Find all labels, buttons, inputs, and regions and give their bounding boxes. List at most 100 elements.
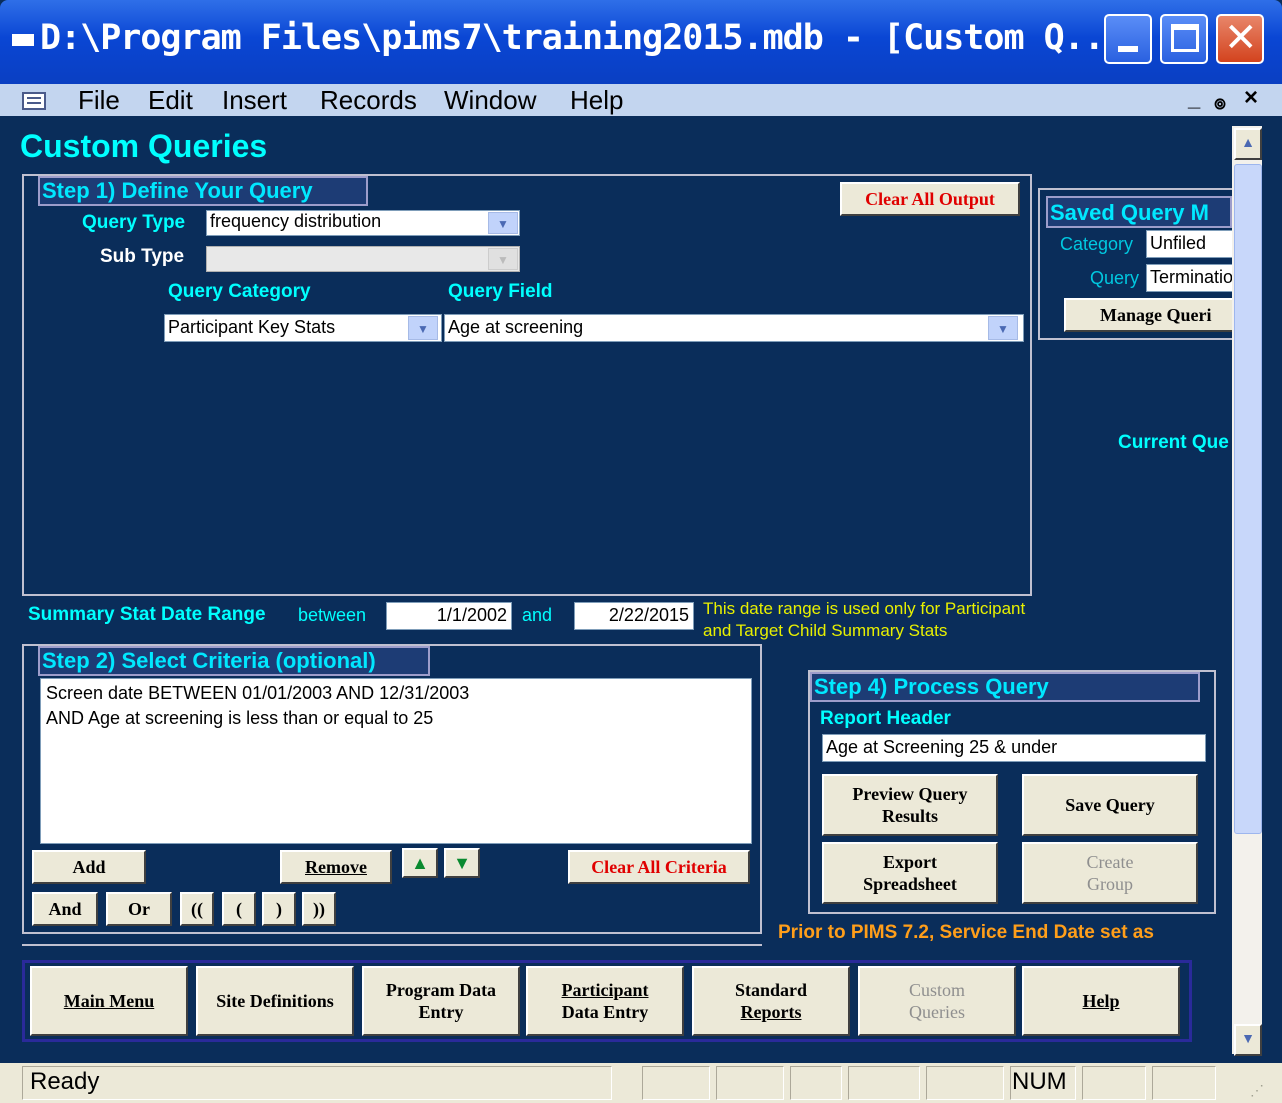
- report-header-input[interactable]: Age at Screening 25 & under: [822, 734, 1206, 762]
- minimize-icon: [1118, 46, 1138, 52]
- custom-queries-button[interactable]: Custom Queries: [858, 966, 1016, 1036]
- criteria-list[interactable]: Screen date BETWEEN 01/01/2003 AND 12/31…: [40, 678, 752, 844]
- create-label-1: Create: [1086, 852, 1134, 872]
- window-title: D:\Program Files\pims7\training2015.mdb …: [40, 18, 1125, 58]
- scroll-thumb[interactable]: [1234, 164, 1262, 834]
- chevron-down-icon: ▼: [997, 322, 1009, 336]
- mdi-minimize-button[interactable]: _: [1188, 86, 1200, 112]
- program-label-2: Entry: [418, 1002, 464, 1022]
- query-type-dropdown[interactable]: ▼: [488, 212, 518, 234]
- create-label-2: Group: [1087, 874, 1133, 894]
- query-field-select[interactable]: Age at screening: [444, 314, 1024, 342]
- date-from-field[interactable]: 1/1/2002: [386, 602, 512, 630]
- scroll-down-button[interactable]: ▼: [1234, 1024, 1262, 1056]
- export-label-1: Export: [883, 852, 937, 872]
- status-cell: [790, 1066, 842, 1100]
- service-end-notice: Prior to PIMS 7.2, Service End Date set …: [778, 922, 1154, 943]
- saved-category-field[interactable]: Unfiled: [1146, 230, 1234, 258]
- double-close-paren-button[interactable]: )): [302, 892, 336, 926]
- step1-panel: [22, 174, 1032, 596]
- date-to-value: 2/22/2015: [608, 605, 689, 625]
- move-up-button[interactable]: ▲: [402, 848, 438, 878]
- query-category-select[interactable]: Participant Key Stats: [164, 314, 442, 342]
- preview-query-results-button[interactable]: Preview Query Results: [822, 774, 998, 836]
- chevron-down-icon: ▼: [1241, 1032, 1255, 1047]
- and-label: and: [522, 605, 553, 625]
- clear-all-criteria-button[interactable]: Clear All Criteria: [568, 850, 750, 884]
- query-type-select[interactable]: frequency distribution: [206, 210, 520, 236]
- form-icon[interactable]: [22, 92, 46, 110]
- close-button[interactable]: ✕: [1216, 14, 1264, 64]
- help-button[interactable]: Help: [1022, 966, 1180, 1036]
- between-label: between: [298, 605, 367, 625]
- sub-type-select[interactable]: [206, 246, 520, 272]
- status-cell: [926, 1066, 1004, 1100]
- sub-type-dropdown[interactable]: ▼: [488, 248, 518, 270]
- step1-title: Step 1) Define Your Query: [38, 176, 368, 206]
- report-header-value: Age at Screening 25 & under: [826, 737, 1058, 757]
- saved-query-field[interactable]: Terminatio: [1146, 264, 1234, 292]
- participant-data-entry-button[interactable]: Participant Data Entry: [526, 966, 684, 1036]
- resize-grip-icon[interactable]: ⋰: [1250, 1082, 1264, 1099]
- menu-insert[interactable]: Insert: [222, 84, 287, 116]
- date-from-value: 1/1/2002: [436, 605, 507, 625]
- query-category-value: Participant Key Stats: [168, 317, 336, 337]
- add-criteria-button[interactable]: Add: [32, 850, 146, 884]
- mdi-close-button[interactable]: ×: [1244, 84, 1258, 112]
- site-definitions-button[interactable]: Site Definitions: [196, 966, 354, 1036]
- remove-criteria-button[interactable]: Remove: [280, 850, 392, 884]
- menu-records[interactable]: Records: [320, 84, 417, 116]
- query-category-label: Query Category: [168, 281, 311, 302]
- open-paren-button[interactable]: (: [222, 892, 256, 926]
- query-category-dropdown[interactable]: ▼: [408, 316, 438, 340]
- manage-queries-button[interactable]: Manage Queri: [1064, 298, 1234, 332]
- export-spreadsheet-button[interactable]: Export Spreadsheet: [822, 842, 998, 904]
- scroll-up-button[interactable]: ▲: [1234, 128, 1262, 160]
- maximize-button[interactable]: [1160, 14, 1208, 64]
- status-cell: [848, 1066, 920, 1100]
- criteria-line: AND Age at screening is less than or equ…: [46, 708, 434, 728]
- saved-query-title: Saved Query M: [1046, 196, 1232, 228]
- preview-label-1: Preview Query: [852, 784, 968, 804]
- saved-category-label: Category: [1060, 234, 1134, 254]
- app-icon: [12, 34, 34, 46]
- query-field-value: Age at screening: [448, 317, 584, 337]
- create-group-button[interactable]: Create Group: [1022, 842, 1198, 904]
- or-button[interactable]: Or: [106, 892, 172, 926]
- custom-label-1: Custom: [908, 980, 965, 1000]
- report-header-label: Report Header: [820, 708, 951, 729]
- page-title: Custom Queries: [20, 128, 268, 164]
- close-paren-button[interactable]: ): [262, 892, 296, 926]
- program-data-entry-button[interactable]: Program Data Entry: [362, 966, 520, 1036]
- chevron-down-icon: ▼: [417, 322, 429, 336]
- save-query-button[interactable]: Save Query: [1022, 774, 1198, 836]
- menu-file[interactable]: File: [78, 84, 120, 116]
- minimize-button[interactable]: [1104, 14, 1152, 64]
- criteria-line: Screen date BETWEEN 01/01/2003 AND 12/31…: [46, 683, 470, 703]
- date-range-note-2: and Target Child Summary Stats: [703, 621, 948, 640]
- step4-title: Step 4) Process Query: [810, 672, 1200, 702]
- standard-label-1: Standard: [734, 980, 808, 1000]
- current-query-label: Current Que: [1118, 432, 1229, 453]
- clear-all-output-button[interactable]: Clear All Output: [840, 182, 1020, 216]
- standard-reports-button[interactable]: Standard Reports: [692, 966, 850, 1036]
- query-field-dropdown[interactable]: ▼: [988, 316, 1018, 340]
- and-button[interactable]: And: [32, 892, 98, 926]
- move-down-button[interactable]: ▼: [444, 848, 480, 878]
- maximize-icon: [1171, 24, 1199, 52]
- mdi-restore-button[interactable]: ๏: [1214, 86, 1226, 118]
- status-cell: [642, 1066, 710, 1100]
- participant-label-1: Participant: [561, 980, 649, 1000]
- query-type-value: frequency distribution: [210, 211, 382, 231]
- query-field-label: Query Field: [448, 281, 553, 302]
- menu-window[interactable]: Window: [444, 84, 536, 116]
- date-to-field[interactable]: 2/22/2015: [574, 602, 694, 630]
- menu-edit[interactable]: Edit: [148, 84, 193, 116]
- status-text: Ready: [30, 1068, 100, 1095]
- preview-label-2: Results: [881, 806, 938, 826]
- double-open-paren-button[interactable]: ((: [180, 892, 214, 926]
- export-label-2: Spreadsheet: [863, 874, 957, 894]
- saved-query-value: Terminatio: [1150, 267, 1234, 287]
- menu-help[interactable]: Help: [570, 84, 623, 116]
- main-menu-button[interactable]: Main Menu: [30, 966, 188, 1036]
